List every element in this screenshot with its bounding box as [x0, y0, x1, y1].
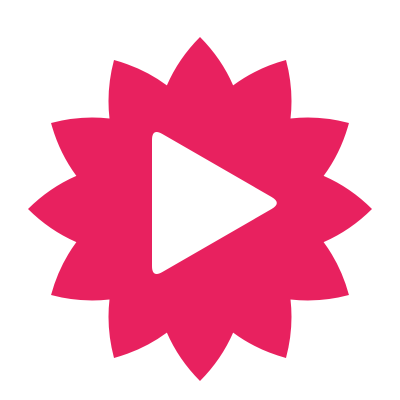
- app-icon-canvas: [0, 0, 400, 400]
- play-flower-icon: [28, 37, 372, 381]
